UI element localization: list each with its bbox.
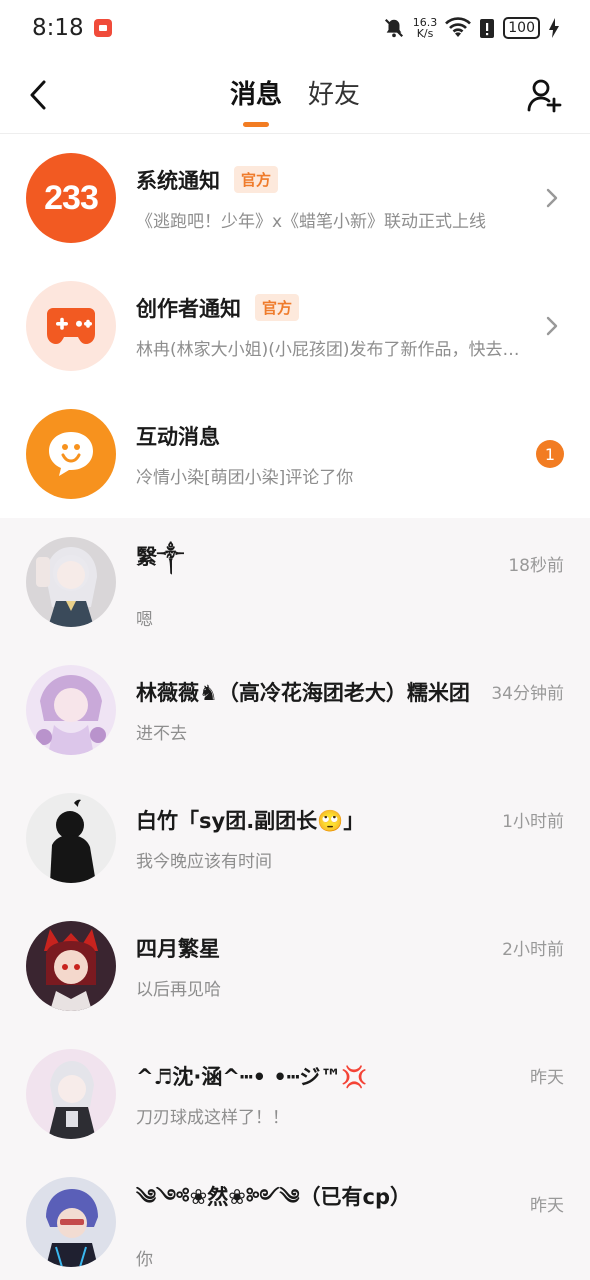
chat-body: 繄༒ 18秒前 嗯 — [136, 534, 564, 630]
status-bar: 8:18 16.3 K/s 100 — [0, 0, 590, 56]
message-preview: 嗯 — [136, 610, 153, 630]
avatar — [26, 537, 116, 627]
tab-friends[interactable]: 好友 — [308, 74, 360, 127]
chat-list: 繄༒ 18秒前 嗯 林薇薇♞（高冷花海团老大）糯米团 34分钟前 进不去 白竹「… — [0, 518, 590, 1280]
battery-alert-icon — [479, 17, 495, 39]
avatar — [26, 665, 116, 755]
avatar — [26, 1177, 116, 1267]
contact-name: ^♬沈·涵^┅• •┅ジ™💢 — [136, 1064, 368, 1089]
chat-top: 繄༒ 18秒前 — [136, 534, 564, 593]
233-logo-icon: 233 — [44, 178, 99, 217]
network-speed: 16.3 K/s — [413, 17, 438, 39]
official-notification-list: 233 系统通知 官方 《逃跑吧！少年》x《蜡笔小新》联动正式上线 创作者通知 … — [0, 134, 590, 518]
screen-record-icon — [93, 19, 112, 37]
interaction-message-preview: 冷情小染[萌团小染]评论了你 — [136, 467, 354, 488]
chat-row[interactable]: 四月繁星 2小时前 以后再见哈 — [0, 902, 590, 1030]
row-title: 互动消息 — [136, 421, 536, 451]
chat-top: ^♬沈·涵^┅• •┅ジ™💢 昨天 — [136, 1061, 564, 1091]
chat-row[interactable]: ༄༺❀然❀༻༄（已有cp） 昨天 你 — [0, 1158, 590, 1280]
message-preview: 刀刃球成这样了！！ — [136, 1107, 289, 1128]
chat-body: 四月繁星 2小时前 以后再见哈 — [136, 933, 564, 1000]
chat-top: 四月繁星 2小时前 — [136, 933, 564, 963]
back-button[interactable] — [26, 75, 66, 115]
message-preview: 我今晚应该有时间 — [136, 851, 272, 872]
chat-bubble-icon — [49, 432, 93, 476]
official-badge: 官方 — [255, 294, 300, 321]
message-time: 1小时前 — [502, 812, 564, 832]
creator-notification-preview: 林冉(林家大小姐)(小屁孩团)发布了新作品，快去看看吧 — [136, 339, 530, 360]
contact-name: 四月繁星 — [136, 936, 220, 961]
official-badge: 官方 — [234, 166, 279, 193]
message-time: 34分钟前 — [491, 684, 564, 704]
row-title: 创作者通知 官方 — [136, 293, 530, 323]
chat-row[interactable]: ^♬沈·涵^┅• •┅ジ™💢 昨天 刀刃球成这样了！！ — [0, 1030, 590, 1158]
row-title: 系统通知 官方 — [136, 165, 530, 195]
contact-name: 林薇薇♞（高冷花海团老大）糯米团 — [136, 680, 470, 705]
chat-top: 白竹「sy团.副团长🙄」 1小时前 — [136, 805, 564, 835]
message-preview: 以后再见哈 — [136, 979, 221, 1000]
contact-name: 白竹「sy团.副团长🙄」 — [136, 808, 365, 833]
chevron-right-icon — [546, 316, 558, 336]
system-notification-avatar: 233 — [26, 153, 116, 243]
system-notification-preview: 《逃跑吧！少年》x《蜡笔小新》联动正式上线 — [136, 211, 487, 232]
status-right: 16.3 K/s 100 — [383, 17, 560, 39]
chat-row[interactable]: 繄༒ 18秒前 嗯 — [0, 518, 590, 646]
chat-top: 林薇薇♞（高冷花海团老大）糯米团 34分钟前 — [136, 677, 564, 707]
avatar — [26, 921, 116, 1011]
avatar — [26, 793, 116, 883]
chat-body: 林薇薇♞（高冷花海团老大）糯米团 34分钟前 进不去 — [136, 677, 564, 744]
chat-body: ^♬沈·涵^┅• •┅ジ™💢 昨天 刀刃球成这样了！！ — [136, 1061, 564, 1128]
chevron-right-icon — [546, 188, 558, 208]
creator-notification-avatar — [26, 281, 116, 371]
interaction-message-row[interactable]: 互动消息 冷情小染[萌团小染]评论了你 1 — [0, 390, 590, 518]
gamepad-icon — [47, 308, 95, 344]
battery-level: 100 — [503, 17, 540, 39]
row-body: 系统通知 官方 《逃跑吧！少年》x《蜡笔小新》联动正式上线 — [136, 165, 530, 232]
system-notification-title: 系统通知 — [136, 168, 220, 193]
add-friend-button[interactable] — [524, 75, 564, 115]
add-person-icon — [527, 79, 562, 112]
creator-notification-title: 创作者通知 — [136, 296, 241, 321]
unread-count-badge: 1 — [536, 440, 564, 468]
charging-bolt-icon — [548, 17, 560, 39]
message-time: 18秒前 — [508, 556, 564, 576]
status-time: 8:18 — [32, 15, 84, 41]
message-time: 2小时前 — [502, 940, 564, 960]
system-notification-row[interactable]: 233 系统通知 官方 《逃跑吧！少年》x《蜡笔小新》联动正式上线 — [0, 134, 590, 262]
header: 消息 好友 — [0, 56, 590, 134]
tab-messages[interactable]: 消息 — [230, 74, 282, 127]
interaction-message-avatar — [26, 409, 116, 499]
tab-bar: 消息 好友 — [230, 74, 360, 127]
message-preview: 进不去 — [136, 723, 187, 744]
message-time: 昨天 — [530, 1196, 564, 1216]
creator-notification-row[interactable]: 创作者通知 官方 林冉(林家大小姐)(小屁孩团)发布了新作品，快去看看吧 — [0, 262, 590, 390]
message-time: 昨天 — [530, 1068, 564, 1088]
back-arrow-icon — [30, 80, 46, 109]
row-body: 创作者通知 官方 林冉(林家大小姐)(小屁孩团)发布了新作品，快去看看吧 — [136, 293, 530, 360]
chat-body: 白竹「sy团.副团长🙄」 1小时前 我今晚应该有时间 — [136, 805, 564, 872]
contact-name: ༄༺❀然❀༻༄（已有cp） — [136, 1185, 411, 1209]
mute-bell-icon — [383, 17, 405, 39]
chat-row[interactable]: 白竹「sy团.副团长🙄」 1小时前 我今晚应该有时间 — [0, 774, 590, 902]
chat-body: ༄༺❀然❀༻༄（已有cp） 昨天 你 — [136, 1174, 564, 1270]
message-preview: 你 — [136, 1250, 153, 1270]
chat-row[interactable]: 林薇薇♞（高冷花海团老大）糯米团 34分钟前 进不去 — [0, 646, 590, 774]
avatar — [26, 1049, 116, 1139]
status-left: 8:18 — [32, 15, 112, 41]
contact-name: 繄༒ — [136, 545, 185, 569]
wifi-icon — [445, 17, 472, 39]
chat-top: ༄༺❀然❀༻༄（已有cp） 昨天 — [136, 1174, 564, 1233]
net-speed-unit: K/s — [416, 27, 434, 40]
interaction-message-title: 互动消息 — [136, 424, 220, 449]
row-body: 互动消息 冷情小染[萌团小染]评论了你 — [136, 421, 536, 488]
